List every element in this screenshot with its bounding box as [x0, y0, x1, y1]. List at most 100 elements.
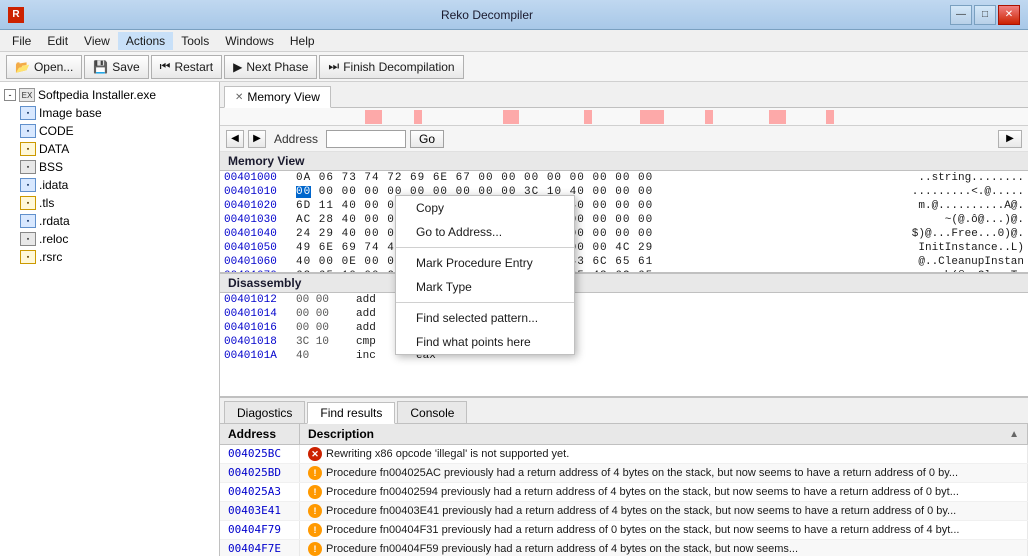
disasm-row[interactable]: 0040101200 00add[eax],al: [220, 293, 1028, 307]
tab-console[interactable]: Console: [397, 401, 467, 423]
finish-button[interactable]: ⏭ Finish Decompilation: [319, 55, 463, 79]
save-button[interactable]: 💾 Save: [84, 55, 148, 79]
data-label: DATA: [39, 142, 69, 156]
results-row[interactable]: 004025BC✕Rewriting x86 opcode 'illegal' …: [220, 445, 1028, 464]
hex-row[interactable]: 004010206D 11 40 00 00 00 00 00 00 00 C4…: [220, 199, 1028, 213]
next-phase-button[interactable]: ▶ Next Phase: [224, 55, 317, 79]
hex-row[interactable]: 0040105049 6E 69 74 49 6E 73 74 61 6E 63…: [220, 241, 1028, 255]
disasm-bytes: 00 00: [296, 308, 356, 320]
sidebar-item-data[interactable]: ▪ DATA: [16, 140, 219, 158]
disasm-bytes: 00 00: [296, 294, 356, 306]
tree-root-item[interactable]: - EX Softpedia Installer.exe: [0, 86, 219, 104]
menu-edit[interactable]: Edit: [39, 32, 76, 50]
result-icon: !: [308, 485, 322, 499]
split-pane: Memory View 004010000A 06 73 74 72 69 6E…: [220, 152, 1028, 396]
reloc-label: .reloc: [39, 232, 68, 246]
sidebar-item-rdata[interactable]: ▪ .rdata: [16, 212, 219, 230]
tab-label: Memory View: [247, 90, 319, 104]
ctx-copy[interactable]: Copy: [396, 196, 574, 220]
results-row[interactable]: 00404F7E!Procedure fn00404F59 previously…: [220, 540, 1028, 556]
ctx-sep-2: [396, 302, 574, 303]
col-address: Address: [220, 424, 300, 444]
results-row[interactable]: 00403E41!Procedure fn00403E41 previously…: [220, 502, 1028, 521]
ctx-mark-proc[interactable]: Mark Procedure Entry: [396, 251, 574, 275]
hex-row[interactable]: 0040104024 29 40 00 00 00 00 00 29 40 00…: [220, 227, 1028, 241]
hex-row[interactable]: 00401030AC 28 40 00 00 00 11 00 0B 00 00…: [220, 213, 1028, 227]
disasm-address: 00401012: [224, 294, 296, 306]
results-row[interactable]: 004025BD!Procedure fn004025AC previously…: [220, 464, 1028, 483]
rdata-icon: ▪: [20, 214, 36, 228]
sidebar-item-bss[interactable]: ▪ BSS: [16, 158, 219, 176]
sidebar-item-code[interactable]: ▪ CODE: [16, 122, 219, 140]
disasm-row[interactable]: 0040101400 00add[eax],al: [220, 307, 1028, 321]
menu-actions[interactable]: Actions: [118, 32, 173, 50]
menu-help[interactable]: Help: [282, 32, 323, 50]
titlebar: R Reko Decompiler — □ ✕: [0, 0, 1028, 30]
hex-row[interactable]: 0040101000 00 00 00 00 00 00 00 00 00 3C…: [220, 185, 1028, 199]
restart-button[interactable]: ⏮ Restart: [151, 55, 223, 79]
tab-find-results[interactable]: Find results: [307, 402, 395, 424]
sidebar-item-imagebase[interactable]: ▪ Image base: [16, 104, 219, 122]
result-description: !Procedure fn00404F31 previously had a r…: [300, 521, 1028, 539]
results-header: Address Description ▲: [220, 424, 1028, 445]
menu-view[interactable]: View: [76, 32, 118, 50]
tree-children: ▪ Image base ▪ CODE ▪ DATA ▪ BSS ▪ .id: [16, 104, 219, 266]
disasm-row[interactable]: 0040101A40inceax: [220, 349, 1028, 363]
ctx-find-points[interactable]: Find what points here: [396, 330, 574, 354]
expand-icon[interactable]: -: [4, 89, 16, 101]
menu-tools[interactable]: Tools: [173, 32, 217, 50]
file-tree: - EX Softpedia Installer.exe ▪ Image bas…: [0, 82, 219, 270]
hex-address: 00401020: [224, 200, 296, 212]
minimize-button[interactable]: —: [950, 5, 972, 25]
menubar: File Edit View Actions Tools Windows Hel…: [0, 30, 1028, 52]
tab-close-icon[interactable]: ✕: [235, 92, 243, 103]
menu-windows[interactable]: Windows: [217, 32, 282, 50]
ctx-goto[interactable]: Go to Address...: [396, 220, 574, 244]
maximize-button[interactable]: □: [974, 5, 996, 25]
sidebar-item-idata[interactable]: ▪ .idata: [16, 176, 219, 194]
back-button[interactable]: ◀: [226, 130, 244, 148]
result-description: !Procedure fn00402594 previously had a r…: [300, 483, 1028, 501]
open-button[interactable]: 📂 Open...: [6, 55, 82, 79]
hex-row[interactable]: 004010000A 06 73 74 72 69 6E 67 00 00 00…: [220, 171, 1028, 185]
tab-memory-view[interactable]: ✕ Memory View: [224, 86, 331, 108]
result-icon: !: [308, 542, 322, 556]
results-rows: 004025BC✕Rewriting x86 opcode 'illegal' …: [220, 445, 1028, 556]
content-area: ✕ Memory View ◀ ▶ Address: [220, 82, 1028, 556]
result-icon: !: [308, 504, 322, 518]
imagebase-label: Image base: [39, 106, 102, 120]
result-address: 00404F79: [220, 521, 300, 539]
hex-row[interactable]: 0040106040 00 0E 00 00 00 73 73 54 79 70…: [220, 255, 1028, 269]
address-input[interactable]: [326, 130, 406, 148]
result-icon: ✕: [308, 447, 322, 461]
hex-bytes: 49 6E 69 74 49 6E 73 74 61 6E 63 65 00 0…: [296, 242, 904, 254]
reloc-icon: ▪: [20, 232, 36, 246]
result-address: 004025BD: [220, 464, 300, 482]
close-button[interactable]: ✕: [998, 5, 1020, 25]
bss-label: BSS: [39, 160, 63, 174]
hex-ascii: .........<.@.....: [904, 186, 1024, 198]
nav-right-button[interactable]: ▶: [998, 130, 1022, 148]
menu-file[interactable]: File: [4, 32, 39, 50]
go-button[interactable]: Go: [410, 130, 444, 148]
sidebar-item-reloc[interactable]: ▪ .reloc: [16, 230, 219, 248]
rsrc-label: .rsrc: [39, 250, 62, 264]
results-row[interactable]: 004025A3!Procedure fn00402594 previously…: [220, 483, 1028, 502]
sidebar-item-tls[interactable]: ▪ .tls: [16, 194, 219, 212]
ctx-find-pattern[interactable]: Find selected pattern...: [396, 306, 574, 330]
bottom-panel: Diagostics Find results Console Address …: [220, 396, 1028, 556]
bss-icon: ▪: [20, 160, 36, 174]
exe-icon: EX: [19, 88, 35, 102]
tab-diagnostics[interactable]: Diagostics: [224, 401, 305, 423]
result-description: !Procedure fn00404F59 previously had a r…: [300, 540, 1028, 556]
sidebar-item-rsrc[interactable]: ▪ .rsrc: [16, 248, 219, 266]
ctx-mark-type[interactable]: Mark Type: [396, 275, 574, 299]
hex-ascii: ~(@.ô@...)@.: [904, 214, 1024, 226]
tls-label: .tls: [39, 196, 54, 210]
hex-address: 00401040: [224, 228, 296, 240]
results-row[interactable]: 00404F79!Procedure fn00404F31 previously…: [220, 521, 1028, 540]
disasm-row[interactable]: 0040101600 00add[eax],al: [220, 321, 1028, 335]
forward-button[interactable]: ▶: [248, 130, 266, 148]
idata-label: .idata: [39, 178, 68, 192]
disasm-row[interactable]: 004010183C 10cmpal,10: [220, 335, 1028, 349]
